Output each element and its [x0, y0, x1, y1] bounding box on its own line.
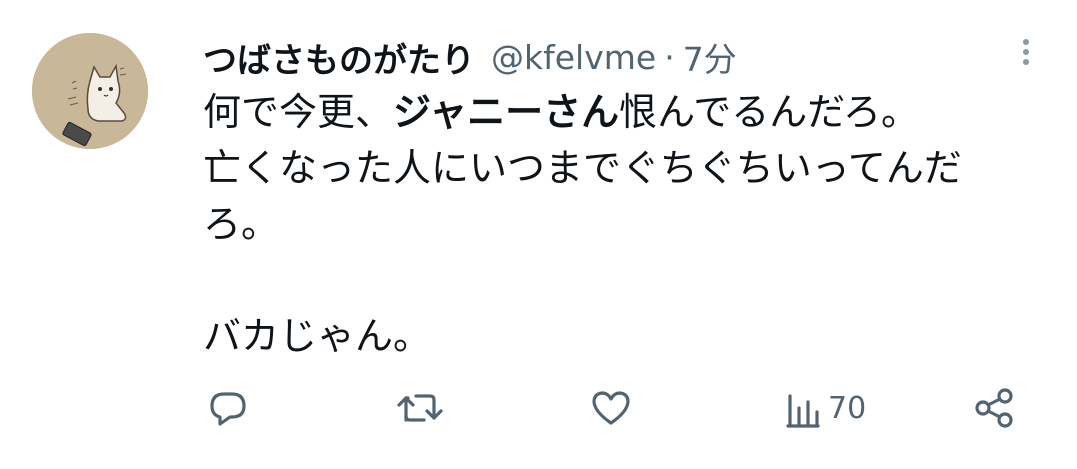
views-count: 70	[828, 390, 867, 426]
reply-button[interactable]	[206, 382, 250, 434]
avatar[interactable]	[32, 33, 148, 149]
tweet-text-segment: 恨んでるんだろ。	[619, 90, 919, 134]
share-icon	[975, 388, 1013, 428]
tweet-line-5: バカじゃん。	[203, 314, 432, 358]
timestamp[interactable]: 7分	[683, 33, 737, 81]
tweet-line-3: ろ。	[203, 202, 280, 246]
user-handle[interactable]: @kfelvme	[491, 38, 656, 77]
display-name[interactable]: つばさものがたり	[203, 33, 475, 82]
tweet-line-2: 亡くなった人にいつまでぐちぐちいってんだ	[203, 146, 962, 190]
cat-drawing-avatar-icon	[32, 33, 148, 149]
tweet-line-1: 何で今更、ジャニーさん恨んでるんだろ。	[203, 84, 1043, 140]
retweet-button[interactable]	[396, 382, 444, 434]
like-button[interactable]	[589, 382, 633, 434]
more-options-button[interactable]	[1014, 34, 1038, 70]
retweet-icon	[397, 394, 443, 422]
tweet-text: 何で今更、ジャニーさん恨んでるんだろ。 亡くなった人にいつまでぐちぐちいってんだ…	[203, 84, 1043, 364]
views-icon	[786, 394, 820, 428]
like-icon	[592, 391, 630, 425]
share-button[interactable]	[972, 382, 1016, 434]
more-vertical-icon	[1023, 39, 1029, 65]
tweet-text-segment: 何で今更、	[203, 90, 394, 134]
tweet: つばさものがたり @kfelvme · 7分 何で今更、ジャニーさん恨んでるんだ…	[0, 0, 1077, 469]
views-button[interactable]: 70	[784, 382, 866, 434]
action-bar: 70	[0, 382, 1077, 434]
reply-icon	[210, 392, 246, 426]
separator-dot: ·	[664, 37, 675, 77]
tweet-header: つばさものがたり @kfelvme · 7分	[203, 33, 737, 82]
tweet-text-bold-segment: ジャニーさん	[393, 90, 620, 134]
